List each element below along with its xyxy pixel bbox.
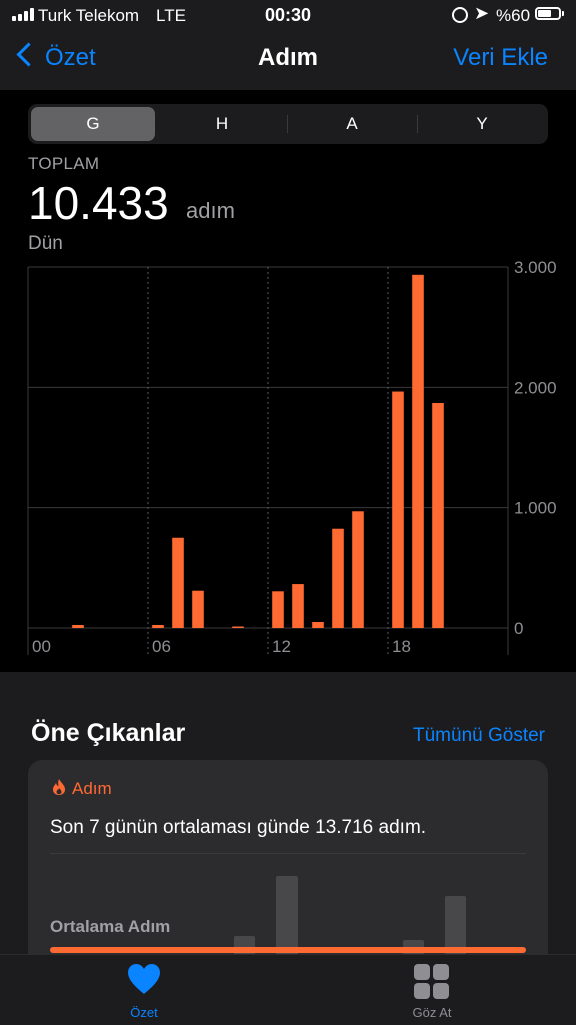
segment-week[interactable]: H [160, 107, 284, 141]
chart-bar[interactable] [232, 626, 244, 629]
card-category: Adım [72, 779, 112, 798]
status-time: 00:30 [264, 5, 312, 25]
show-all-link[interactable]: Tümünü Göster [413, 725, 545, 747]
segment-divider [287, 115, 288, 133]
card-divider [50, 853, 526, 854]
chart-bar[interactable] [192, 590, 204, 628]
x-tick-label: 12 [272, 637, 291, 656]
rotation-lock-icon [452, 7, 468, 23]
chart-bar[interactable] [172, 537, 184, 628]
highlights-title: Öne Çıkanlar [31, 719, 186, 747]
chart-bar[interactable] [352, 511, 364, 628]
heart-icon[interactable] [126, 962, 162, 996]
chart-bar[interactable] [272, 591, 284, 628]
y-tick-label: 1.000 [514, 499, 557, 518]
chart-bar[interactable] [152, 624, 164, 628]
y-tick-label: 2.000 [514, 378, 557, 397]
chart-bar[interactable] [312, 621, 324, 628]
x-tick-label: 06 [152, 637, 171, 656]
battery-level [538, 10, 551, 17]
average-line [50, 947, 526, 953]
grid-icon[interactable] [414, 964, 450, 1000]
x-tick-label: 00 [32, 637, 51, 656]
segment-divider [417, 115, 418, 133]
segment-month[interactable]: A [290, 107, 414, 141]
segment-year[interactable]: Y [420, 107, 544, 141]
chart-bar[interactable] [392, 391, 404, 628]
chart-bar[interactable] [432, 402, 444, 628]
average-steps-label: Ortalama Adım [50, 917, 171, 936]
x-tick-label: 18 [392, 637, 411, 656]
card-description: Son 7 günün ortalaması günde 13.716 adım… [50, 817, 427, 838]
battery-tip [562, 11, 564, 16]
location-icon: ➤ [474, 3, 490, 23]
total-label: TOPLAM [28, 154, 100, 173]
chart-bar[interactable] [412, 274, 424, 628]
tab-bar [0, 954, 576, 1025]
total-value: 10.433 [28, 177, 169, 229]
tab-browse[interactable]: Göz At [392, 1005, 472, 1020]
chart-bar[interactable] [72, 624, 84, 628]
steps-bar-chart[interactable]: 00 06 12 18 3.000 2.000 1.000 0 [0, 250, 576, 670]
tab-summary[interactable]: Özet [104, 1005, 184, 1020]
y-tick-label: 3.000 [514, 258, 557, 277]
chart-bar[interactable] [292, 584, 304, 628]
mini-chart-bar [234, 936, 255, 956]
total-unit: adım [186, 198, 235, 223]
add-data-button[interactable]: Veri Ekle [453, 44, 548, 72]
segment-day[interactable]: G [31, 107, 155, 141]
y-tick-label: 0 [514, 619, 523, 638]
mini-chart-bar [276, 876, 298, 956]
flame-icon [53, 779, 65, 795]
chart-bar[interactable] [332, 528, 344, 628]
battery-percent: %60 [496, 6, 531, 25]
